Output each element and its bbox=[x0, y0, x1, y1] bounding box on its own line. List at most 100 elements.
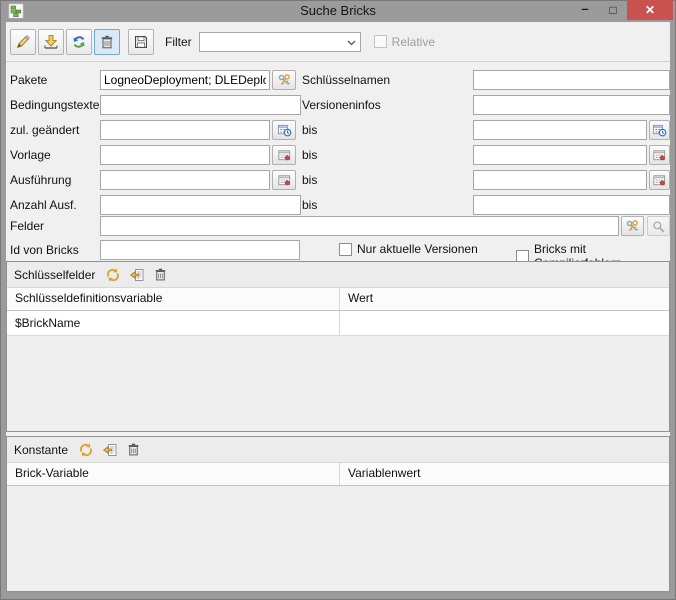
konstante-table-header: Brick-Variable Variablenwert bbox=[7, 463, 669, 486]
felder-label: Felder bbox=[10, 219, 44, 233]
nur-aktuelle-versionen-checkbox[interactable]: Nur aktuelle Versionen bbox=[339, 242, 478, 256]
form-row-id-von-bricks: Id von Bricks Nur aktuelle Versionen Bri… bbox=[6, 240, 670, 260]
vorlage-bis-label: bis bbox=[302, 148, 317, 162]
konstante-panel: Konstante bbox=[6, 436, 670, 592]
window-title: Suche Bricks bbox=[300, 3, 376, 18]
column-header-wert[interactable]: Wert bbox=[340, 288, 669, 310]
relative-checkbox-box bbox=[374, 35, 387, 48]
save-button[interactable] bbox=[128, 29, 154, 55]
refresh-icon bbox=[71, 34, 87, 50]
delete-button[interactable] bbox=[94, 29, 120, 55]
run-search-button[interactable] bbox=[10, 29, 36, 55]
vorlage-bis-date-button[interactable] bbox=[649, 145, 670, 165]
relative-checkbox: Relative bbox=[374, 35, 435, 49]
anzahl-ausf-bis-input[interactable] bbox=[473, 195, 670, 215]
delete-icon bbox=[153, 267, 168, 282]
zul-geaendert-von-input[interactable] bbox=[100, 120, 270, 140]
assign-icon bbox=[102, 442, 118, 458]
anzahl-ausf-von-input[interactable] bbox=[100, 195, 301, 215]
cell-wert[interactable] bbox=[340, 311, 669, 335]
calendar-icon bbox=[652, 148, 667, 163]
maximize-button[interactable]: □ bbox=[599, 0, 627, 20]
form-row-zul-geaendert: zul. geändert bis bbox=[6, 120, 670, 140]
reload-icon bbox=[78, 442, 94, 458]
felder-input[interactable] bbox=[100, 216, 619, 236]
cell-schluesseldefinitionsvariable[interactable]: $BrickName bbox=[7, 311, 340, 335]
konstante-reload-button[interactable] bbox=[76, 440, 95, 459]
schluesselfelder-assign-button[interactable] bbox=[127, 265, 146, 284]
minimize-button[interactable]: – bbox=[571, 0, 599, 20]
keys-icon bbox=[277, 73, 292, 88]
schluesselnamen-label: Schlüsselnamen bbox=[302, 73, 390, 87]
form-row-pakete: Pakete Schlüsselnamen bbox=[6, 70, 670, 90]
filter-combobox[interactable] bbox=[199, 32, 361, 52]
pakete-keys-button[interactable] bbox=[272, 70, 296, 90]
ausfuehrung-von-input[interactable] bbox=[100, 170, 270, 190]
schluesselfelder-reload-button[interactable] bbox=[103, 265, 122, 284]
column-header-brick-variable[interactable]: Brick-Variable bbox=[7, 463, 340, 485]
nur-aktuelle-versionen-label: Nur aktuelle Versionen bbox=[357, 242, 478, 256]
column-header-variablenwert[interactable]: Variablenwert bbox=[340, 463, 669, 485]
zul-geaendert-bis-label: bis bbox=[302, 123, 317, 137]
schluesselfelder-header: Schlüsselfelder bbox=[7, 262, 669, 288]
schluesselnamen-input[interactable] bbox=[473, 70, 670, 90]
anzahl-ausf-label: Anzahl Ausf. bbox=[10, 198, 77, 212]
refresh-button[interactable] bbox=[66, 29, 92, 55]
titlebar[interactable]: Suche Bricks – □ ✕ bbox=[0, 0, 676, 22]
ausfuehrung-label: Ausführung bbox=[10, 173, 71, 187]
reload-icon bbox=[105, 267, 121, 283]
zul-geaendert-label: zul. geändert bbox=[10, 123, 79, 137]
delete-icon bbox=[99, 34, 115, 50]
search-icon bbox=[651, 219, 666, 234]
ausfuehrung-date-button[interactable] bbox=[272, 170, 296, 190]
vorlage-label: Vorlage bbox=[10, 148, 51, 162]
vorlage-date-button[interactable] bbox=[272, 145, 296, 165]
pakete-input[interactable] bbox=[100, 70, 270, 90]
versioneninfos-label: Versioneninfos bbox=[302, 98, 381, 112]
calendar-icon bbox=[277, 173, 292, 188]
calendar-icon bbox=[277, 148, 292, 163]
konstante-delete-button[interactable] bbox=[124, 440, 143, 459]
zul-geaendert-date-button[interactable] bbox=[272, 120, 296, 140]
bricks-app-icon bbox=[8, 3, 24, 19]
zul-geaendert-bis-input[interactable] bbox=[473, 120, 647, 140]
vorlage-bis-input[interactable] bbox=[473, 145, 647, 165]
delete-icon bbox=[126, 442, 141, 457]
konstante-title: Konstante bbox=[14, 443, 68, 457]
form-row-bedingungstexte: Bedingungstexte Versioneninfos bbox=[6, 95, 670, 115]
chevron-down-icon bbox=[347, 40, 356, 46]
felder-keys-button[interactable] bbox=[621, 216, 644, 236]
ausfuehrung-bis-date-button[interactable] bbox=[649, 170, 670, 190]
versioneninfos-input[interactable] bbox=[473, 95, 670, 115]
keys-icon bbox=[625, 219, 640, 234]
ausfuehrung-bis-input[interactable] bbox=[473, 170, 647, 190]
vorlage-von-input[interactable] bbox=[100, 145, 270, 165]
schluesselfelder-delete-button[interactable] bbox=[151, 265, 170, 284]
assign-icon bbox=[129, 267, 145, 283]
save-icon bbox=[133, 34, 149, 50]
anzahl-ausf-bis-label: bis bbox=[302, 198, 317, 212]
window-controls: – □ ✕ bbox=[571, 0, 673, 20]
client-area: Filter Relative Pakete bbox=[6, 22, 670, 592]
table-row[interactable]: $BrickName bbox=[7, 311, 669, 336]
ausfuehrung-bis-label: bis bbox=[302, 173, 317, 187]
felder-search-button bbox=[647, 216, 670, 236]
relative-checkbox-label: Relative bbox=[392, 35, 435, 49]
schluesselfelder-table-header: Schlüsseldefinitionsvariable Wert bbox=[7, 288, 669, 311]
bedingungstexte-input[interactable] bbox=[100, 95, 301, 115]
import-button[interactable] bbox=[38, 29, 64, 55]
import-icon bbox=[43, 34, 59, 50]
id-von-bricks-input[interactable] bbox=[100, 240, 300, 260]
run-search-icon bbox=[15, 34, 31, 50]
window: Suche Bricks – □ ✕ bbox=[0, 0, 676, 600]
zul-geaendert-bis-date-button[interactable] bbox=[649, 120, 670, 140]
calendar-history-icon bbox=[652, 123, 667, 138]
nur-aktuelle-versionen-checkbox-box[interactable] bbox=[339, 243, 352, 256]
id-von-bricks-label: Id von Bricks bbox=[10, 243, 79, 257]
konstante-assign-button[interactable] bbox=[100, 440, 119, 459]
calendar-history-icon bbox=[277, 123, 292, 138]
close-button[interactable]: ✕ bbox=[627, 0, 673, 20]
form-row-anzahl-ausf: Anzahl Ausf. bis bbox=[6, 195, 670, 215]
bedingungstexte-label: Bedingungstexte bbox=[10, 98, 99, 112]
column-header-schluesseldefinitionsvariable[interactable]: Schlüsseldefinitionsvariable bbox=[7, 288, 340, 310]
